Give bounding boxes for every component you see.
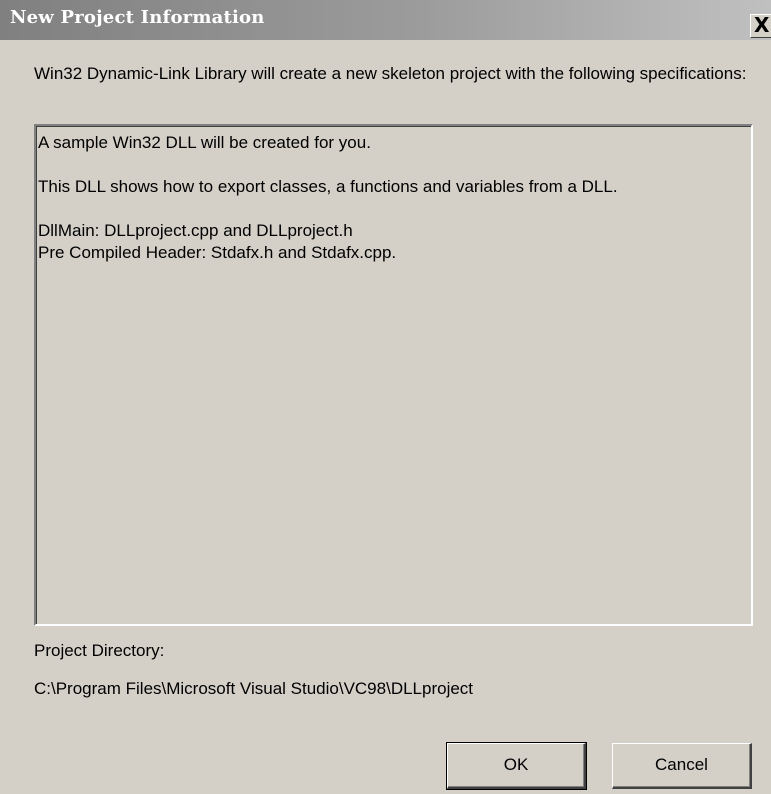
ok-button[interactable]: OK [446, 742, 587, 790]
close-icon: X [754, 14, 770, 37]
new-project-information-dialog: New Project Information X Win32 Dynamic-… [0, 0, 771, 794]
dialog-title: New Project Information [10, 7, 265, 28]
close-button[interactable]: X [750, 14, 771, 38]
title-bar[interactable]: New Project Information X [0, 0, 771, 40]
spec-line: This DLL shows how to export classes, a … [38, 177, 618, 196]
spec-line: Pre Compiled Header: Stdafx.h and Stdafx… [38, 243, 397, 262]
cancel-button[interactable]: Cancel [612, 743, 752, 789]
project-directory-value: C:\Program Files\Microsoft Visual Studio… [34, 679, 474, 698]
intro-text: Win32 Dynamic-Link Library will create a… [34, 64, 747, 83]
project-directory-label: Project Directory: [34, 641, 165, 660]
specifications-box[interactable]: A sample Win32 DLL will be created for y… [34, 124, 753, 626]
spec-line: DllMain: DLLproject.cpp and DLLproject.h [38, 221, 353, 240]
spec-line: A sample Win32 DLL will be created for y… [38, 133, 371, 152]
